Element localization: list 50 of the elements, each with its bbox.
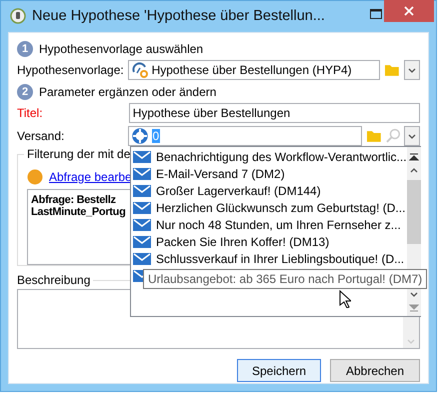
chevron-down-icon[interactable] bbox=[410, 292, 418, 297]
list-item[interactable]: Schlussverkauf in Ihrer Lieblingsboutique! (D... bbox=[131, 250, 407, 267]
envelope-icon bbox=[133, 184, 151, 196]
scroll-thumb[interactable] bbox=[406, 180, 421, 244]
status-dot-icon bbox=[27, 169, 43, 185]
tooltip: Urlaubsangebot: ab 365 Euro nach Portugal! (DM7) bbox=[143, 269, 428, 289]
chevron-down-icon bbox=[408, 68, 416, 72]
envelope-icon bbox=[133, 150, 151, 162]
query-text: Abfrage: Bestellz bbox=[31, 194, 117, 206]
scroll-bottom-icon[interactable] bbox=[408, 304, 419, 312]
step-label: Hypothesenvorlage auswählen bbox=[39, 42, 204, 56]
field-label: Hypothesenvorlage: bbox=[17, 63, 125, 77]
field-label: Versand: bbox=[17, 129, 66, 143]
envelope-icon bbox=[133, 202, 151, 214]
envelope-icon bbox=[133, 218, 151, 230]
gauge-icon bbox=[132, 62, 148, 78]
dropdown-button[interactable] bbox=[404, 60, 420, 80]
cancel-button[interactable]: Abbrechen bbox=[330, 359, 420, 382]
dropdown-button[interactable] bbox=[404, 126, 420, 146]
step-number: 1 bbox=[17, 41, 33, 57]
edit-query-link[interactable]: Abfrage bearbe bbox=[49, 170, 132, 184]
app-icon bbox=[10, 8, 26, 24]
list-item[interactable]: Benachrichtigung des Workflow-Verantwortlic... bbox=[131, 148, 407, 165]
window-title: Neue Hypothese 'Hypothese über Bestellun... bbox=[32, 8, 325, 24]
step-label: Parameter ergänzen oder ändern bbox=[39, 85, 216, 99]
maximize-icon[interactable] bbox=[370, 9, 382, 19]
close-button[interactable] bbox=[384, 0, 434, 22]
save-button[interactable]: Speichern bbox=[237, 359, 321, 382]
scroll-top-icon[interactable] bbox=[408, 153, 419, 161]
close-icon bbox=[404, 6, 414, 16]
envelope-icon bbox=[133, 270, 143, 282]
list-item[interactable]: E-Mail-Versand 7 (DM2) bbox=[131, 165, 407, 182]
query-text: LastMinute_Portug bbox=[31, 206, 127, 218]
chevron-down-icon bbox=[408, 134, 416, 138]
section-label: Beschreibung bbox=[17, 273, 90, 287]
list-item[interactable]: Herzlichen Glückwunsch zum Geburtstag! (D... bbox=[131, 199, 407, 216]
cursor-icon bbox=[339, 290, 351, 308]
template-field[interactable]: Hypothese über Bestellungen (HYP4) bbox=[128, 60, 380, 80]
envelope-icon bbox=[133, 236, 151, 248]
chevron-up-icon[interactable] bbox=[410, 168, 418, 173]
title-field[interactable]: Hypothese über Bestellungen bbox=[128, 103, 420, 123]
envelope-icon bbox=[133, 168, 151, 180]
envelope-icon bbox=[133, 252, 151, 264]
list-item[interactable]: Großer Lagerverkauf! (DM144) bbox=[131, 182, 407, 199]
list-item[interactable]: Packen Sie Ihren Koffer! (DM13) bbox=[131, 233, 407, 250]
step-number: 2 bbox=[17, 84, 33, 100]
chevron-down-icon bbox=[407, 339, 415, 344]
list-item[interactable]: Nur noch 48 Stunden, um Ihren Fernseher z... bbox=[131, 216, 407, 233]
lifebuoy-icon bbox=[132, 128, 148, 144]
field-label: Titel: bbox=[17, 106, 44, 120]
